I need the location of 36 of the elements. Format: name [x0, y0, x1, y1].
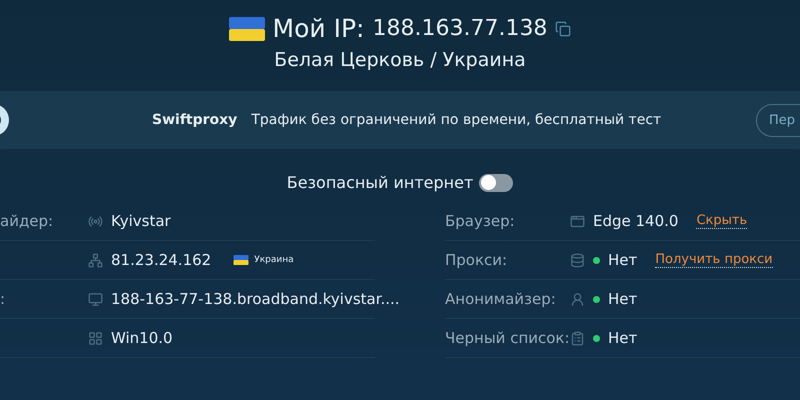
toggle-switch[interactable]: [479, 174, 514, 192]
field-value: Нет: [608, 251, 638, 269]
field-value: 188-163-77-138.broadband.kyivstar....: [111, 290, 400, 308]
database-icon: [570, 252, 585, 268]
field-label: :: [0, 290, 6, 308]
flag-icon: [233, 255, 250, 265]
browser-window-icon: [570, 214, 585, 228]
monitor-icon: [88, 292, 103, 306]
list-icon: [570, 330, 585, 346]
copy-icon[interactable]: [555, 20, 572, 36]
brand-name: Swiftproxy: [152, 112, 238, 128]
toggle-label: Безопасный интернет: [286, 173, 474, 192]
field-label: Черный список:: [445, 329, 570, 347]
flag-icon: [228, 16, 265, 40]
country-name: Украина: [254, 255, 294, 265]
field-value: Нет: [608, 290, 638, 308]
user-icon: [570, 292, 585, 306]
action-link[interactable]: Скрыть: [696, 213, 748, 229]
ip-title: Мой IP:: [272, 14, 364, 43]
field-value: 81.23.24.162: [111, 251, 212, 269]
action-link[interactable]: Получить прокси: [655, 252, 773, 268]
location: Белая Церковь / Украина: [274, 49, 526, 71]
field-value: Нет: [608, 329, 638, 347]
field-value: Win10.0: [111, 329, 173, 347]
grid-icon: [88, 330, 103, 346]
field-label: Анонимайзер:: [445, 290, 557, 308]
banner-text: Трафик без ограничений по времени, бесплатный тест: [251, 112, 662, 128]
field-value: Kyivstar: [111, 212, 171, 230]
field-label: айдер:: [0, 212, 54, 230]
signal-icon: [88, 214, 103, 228]
ip-address: 188.163.77.138: [372, 16, 548, 41]
field-label: Прокси:: [445, 251, 508, 269]
banner-button[interactable]: Пер: [756, 104, 800, 136]
field-label: Браузер:: [445, 212, 516, 230]
field-value: Edge 140.0: [593, 212, 678, 230]
network-icon: [88, 252, 103, 268]
